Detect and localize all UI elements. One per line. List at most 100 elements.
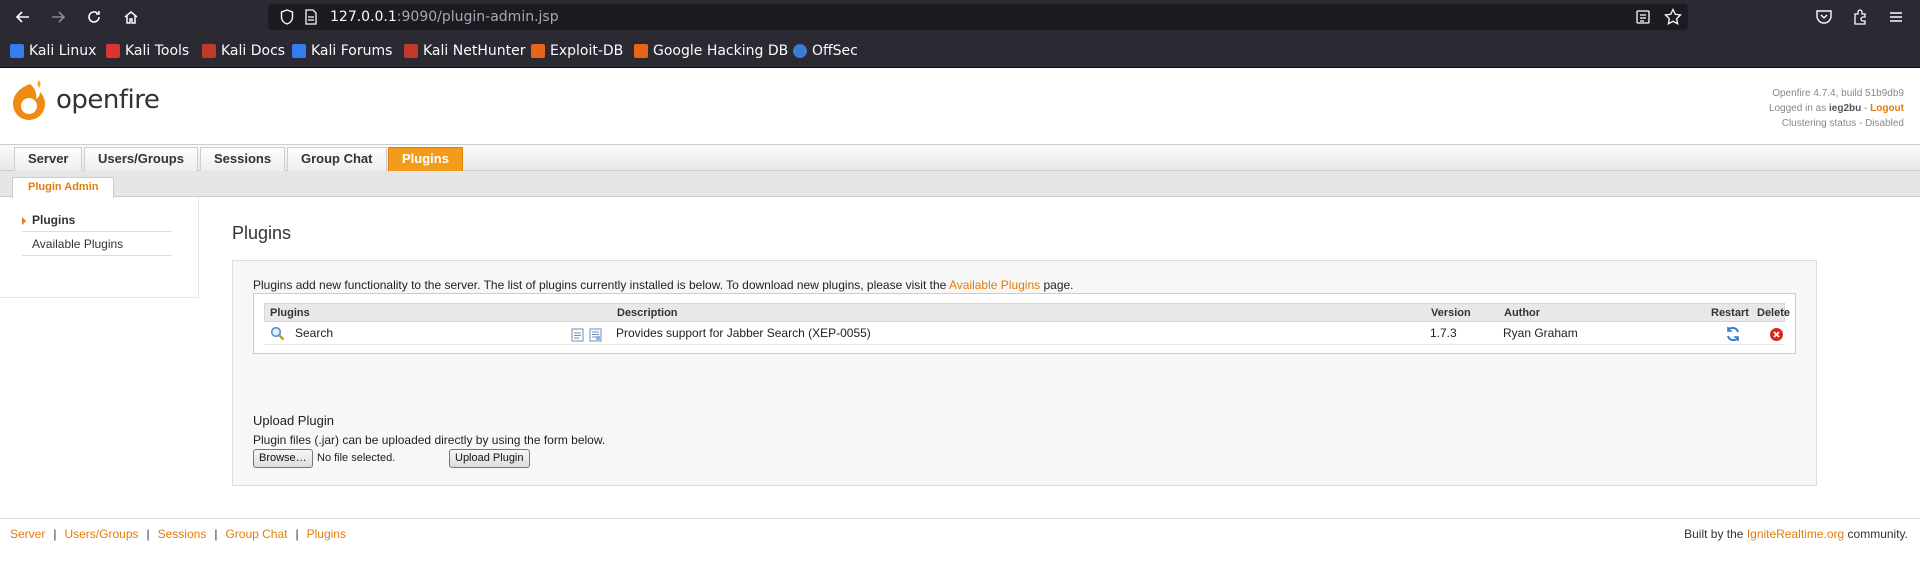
tab-group-chat[interactable]: Group Chat [287,147,387,171]
reload-icon[interactable] [82,5,106,29]
footer-link-users-groups[interactable]: Users/Groups [64,527,138,541]
logged-in-line: Logged in as ieg2bu - Logout [1769,101,1904,116]
table-row: Search Provides support for Jabber Searc… [264,322,1785,345]
footer-separator: | [214,527,218,541]
table-header: Plugins Description Version Author Resta… [264,303,1790,322]
back-icon[interactable] [11,5,35,29]
sidebar-divider [22,231,172,232]
sidebar: Plugins Available Plugins [0,197,199,298]
bookmark-label: Google Hacking DB [653,43,789,59]
bookmark-label: Kali Docs [221,43,286,59]
separator: - [1861,103,1871,114]
browse-button[interactable]: Browse… [253,449,313,468]
bookmark-google-hacking-db[interactable]: Google Hacking DB [634,42,788,60]
file-status: No file selected. [317,452,396,464]
bookmark-label: Kali NetHunter [423,43,526,59]
bookmark-label: Kali Forums [311,43,393,59]
forward-icon[interactable] [46,5,70,29]
main-tabs: Server Users/Groups Sessions Group Chat … [0,144,1920,171]
plugin-version: 1.7.3 [1430,326,1457,340]
openfire-logo[interactable]: openfire [9,78,160,122]
intro-after: page. [1040,278,1074,292]
col-version: Version [1431,307,1471,319]
bookmark-label: Kali Linux [29,43,97,59]
bookmark-kali-forums[interactable]: Kali Forums [292,42,392,60]
shield-icon[interactable] [278,8,296,26]
intro-before: Plugins add new functionality to the ser… [253,278,949,292]
built-by: Built by the IgniteRealtime.org communit… [1684,527,1908,541]
app-header: openfire Openfire 4.7.4, build 51b9db9 L… [0,68,1920,144]
restart-icon[interactable] [1725,326,1741,345]
page-title: Plugins [232,223,292,243]
subtab-plugin-admin[interactable]: Plugin Admin [12,177,115,198]
delete-icon[interactable] [1769,327,1784,345]
tab-plugins[interactable]: Plugins [388,147,463,171]
logout-link[interactable]: Logout [1870,103,1904,114]
plugins-table: Plugins Description Version Author Resta… [253,293,1796,354]
col-author: Author [1504,307,1541,319]
readme-icon[interactable] [571,328,584,345]
browser-toolbar: 127.0.0.1:9090/plugin-admin.jsp [0,0,1920,34]
col-delete: Delete [1757,307,1791,319]
tab-server[interactable]: Server [14,147,83,171]
kali-forums-icon [292,44,306,58]
built-by-prefix: Built by the [1684,527,1747,541]
footer: Server | Users/Groups | Sessions | Group Chat |… [0,518,1920,548]
logo-text: openfire [56,85,160,115]
bookmark-kali-linux[interactable]: Kali Linux [10,42,96,60]
sub-navigation: Plugin Admin [0,171,1920,198]
footer-link-sessions[interactable]: Sessions [158,527,207,541]
built-by-suffix: community. [1844,527,1908,541]
footer-link-group-chat[interactable]: Group Chat [225,527,287,541]
clustering-status: Clustering status - Disabled [1781,118,1904,129]
extensions-icon[interactable] [1848,5,1872,29]
kali-docs-icon [202,44,216,58]
bookmark-kali-docs[interactable]: Kali Docs [202,42,285,60]
upload-description: Plugin files (.jar) can be uploaded dire… [253,433,606,447]
url-bar[interactable]: 127.0.0.1:9090/plugin-admin.jsp [268,4,1688,30]
bookmark-label: Kali Tools [125,43,190,59]
footer-separator: | [146,527,150,541]
kali-linux-icon [10,44,24,58]
footer-link-plugins[interactable]: Plugins [307,527,346,541]
bookmark-label: Exploit-DB [550,43,624,59]
tab-users-groups[interactable]: Users/Groups [84,147,198,171]
kali-nethunter-icon [404,44,418,58]
plugin-name: Search [295,326,334,340]
logged-in-prefix: Logged in as [1768,103,1829,114]
col-restart: Restart [1711,307,1749,319]
footer-links: Server | Users/Groups | Sessions | Group Chat |… [10,527,346,541]
bookmark-kali-nethunter[interactable]: Kali NetHunter [404,42,525,60]
url-text[interactable]: 127.0.0.1:9090/plugin-admin.jsp [330,9,559,25]
menu-icon[interactable] [1884,5,1908,29]
upload-title: Upload Plugin [253,413,334,428]
content-panel: Plugins add new functionality to the ser… [232,260,1817,486]
offsec-icon [793,44,807,58]
col-description: Description [617,307,678,319]
igniterealtime-link[interactable]: IgniteRealtime.org [1747,527,1844,541]
available-plugins-link[interactable]: Available Plugins [949,278,1040,292]
openfire-flame-icon [13,80,45,120]
reader-view-icon[interactable] [1634,8,1652,26]
sidebar-item-available-plugins[interactable]: Available Plugins [32,237,123,251]
home-icon[interactable] [119,5,143,29]
footer-link-server[interactable]: Server [10,527,45,541]
upload-plugin-button[interactable]: Upload Plugin [449,449,530,468]
changelog-icon[interactable] [589,328,602,345]
pocket-icon[interactable] [1812,5,1836,29]
tab-sessions[interactable]: Sessions [200,147,286,171]
bookmark-exploit-db[interactable]: Exploit-DB [531,42,623,60]
bookmark-kali-tools[interactable]: Kali Tools [106,42,189,60]
page-info-icon[interactable] [302,8,320,26]
kali-tools-icon [106,44,120,58]
sidebar-item-plugins[interactable]: Plugins [32,213,75,227]
bookmark-offsec[interactable]: OffSec [793,42,858,60]
active-arrow-icon [22,217,26,225]
plugin-author: Ryan Graham [1503,326,1578,340]
plugin-description: Provides support for Jabber Search (XEP-… [616,326,871,340]
bookmarks-bar: Kali Linux Kali Tools Kali Docs Kali For… [0,34,1920,68]
bookmark-label: OffSec [812,43,858,59]
footer-separator: | [53,527,57,541]
google-hacking-db-icon [634,44,648,58]
bookmark-star-icon[interactable] [1664,8,1682,26]
